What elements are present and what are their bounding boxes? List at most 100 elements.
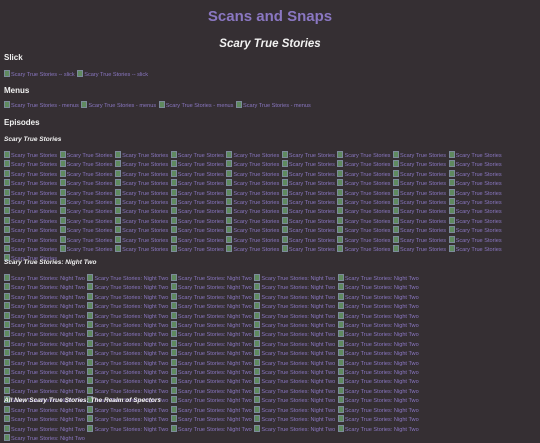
image-link[interactable]: Scary True Stories	[59, 198, 113, 207]
image-link[interactable]: Scary True Stories	[281, 216, 335, 226]
image-link[interactable]: Scary True Stories	[59, 226, 113, 235]
image-link[interactable]: Scary True Stories	[4, 188, 57, 198]
image-link[interactable]: Scary True Stories: Night Two	[170, 274, 252, 283]
image-link[interactable]: Scary True Stories: Night Two	[337, 292, 419, 302]
image-link[interactable]: Scary True Stories: Night Two	[337, 358, 419, 368]
image-link[interactable]: Scary True Stories	[115, 226, 168, 235]
image-link[interactable]: Scary True Stories	[448, 160, 502, 169]
image-link[interactable]: Scary True Stories: Night Two	[254, 424, 335, 434]
image-link[interactable]: Scary True Stories: Night Two	[170, 405, 252, 415]
image-link[interactable]: Scary True Stories: Night Two	[87, 405, 168, 415]
image-link[interactable]: Scary True Stories	[448, 179, 502, 188]
image-link[interactable]: Scary True Stories: Night Two	[4, 339, 85, 349]
image-link[interactable]: Scary True Stories	[4, 245, 57, 254]
image-link[interactable]: Scary True Stories - menus	[236, 101, 311, 110]
image-link[interactable]: Scary True Stories: Night Two	[337, 368, 419, 377]
image-link[interactable]: Scary True Stories	[448, 226, 502, 235]
image-link[interactable]: Scary True Stories: Night Two	[254, 377, 335, 386]
image-link[interactable]: Scary True Stories	[59, 207, 113, 216]
image-link[interactable]: Scary True Stories: Night Two	[170, 368, 252, 377]
image-link[interactable]: Scary True Stories: Night Two	[337, 339, 419, 349]
image-link[interactable]: Scary True Stories	[448, 207, 502, 216]
image-link[interactable]: Scary True Stories	[4, 226, 57, 235]
image-link[interactable]: Scary True Stories	[281, 245, 335, 254]
image-link[interactable]: Scary True Stories	[281, 169, 335, 179]
image-link[interactable]: Scary True Stories	[115, 207, 168, 216]
image-link[interactable]: Scary True Stories	[337, 226, 390, 235]
image-link[interactable]: Scary True Stories: Night Two	[87, 339, 168, 349]
image-link[interactable]: Scary True Stories	[115, 188, 168, 198]
image-link[interactable]: Scary True Stories	[393, 226, 446, 235]
image-link[interactable]: Scary True Stories: Night Two	[254, 349, 335, 358]
image-link[interactable]: Scary True Stories	[170, 160, 224, 169]
image-link[interactable]: Scary True Stories - menus	[158, 101, 233, 110]
image-link[interactable]: Scary True Stories: Night Two	[87, 424, 168, 434]
image-link[interactable]: Scary True Stories	[4, 179, 57, 188]
image-link[interactable]: Scary True Stories	[59, 188, 113, 198]
image-link[interactable]: Scary True Stories: Night Two	[170, 349, 252, 358]
image-link[interactable]: Scary True Stories: Night Two	[337, 321, 419, 330]
image-link[interactable]: Scary True Stories	[448, 198, 502, 207]
image-link[interactable]: Scary True Stories	[4, 207, 57, 216]
image-link[interactable]: Scary True Stories	[59, 235, 113, 245]
image-link[interactable]: Scary True Stories	[393, 151, 446, 160]
image-link[interactable]: Scary True Stories	[281, 160, 335, 169]
image-link[interactable]: Scary True Stories	[115, 169, 168, 179]
image-link[interactable]: Scary True Stories: Night Two	[87, 330, 168, 339]
image-link[interactable]: Scary True Stories: Night Two	[4, 292, 85, 302]
image-link[interactable]: Scary True Stories: Night Two	[170, 377, 252, 386]
image-link[interactable]: Scary True Stories: Night Two	[4, 358, 85, 368]
image-link[interactable]: Scary True Stories	[337, 198, 390, 207]
image-link[interactable]: Scary True Stories	[226, 198, 279, 207]
image-link[interactable]: Scary True Stories	[170, 235, 224, 245]
image-link[interactable]: Scary True Stories	[281, 235, 335, 245]
image-link[interactable]: Scary True Stories: Night Two	[4, 311, 85, 321]
image-link[interactable]: Scary True Stories	[281, 207, 335, 216]
image-link[interactable]: Scary True Stories	[4, 151, 57, 160]
image-link[interactable]: Scary True Stories	[4, 198, 57, 207]
image-link[interactable]: Scary True Stories: Night Two	[87, 311, 168, 321]
image-link[interactable]: Scary True Stories: Night Two	[4, 283, 85, 292]
image-link[interactable]: Scary True Stories: Night Two	[254, 283, 335, 292]
image-link[interactable]: Scary True Stories	[226, 226, 279, 235]
image-link[interactable]: Scary True Stories: Night Two	[4, 274, 85, 283]
image-link[interactable]: Scary True Stories: Night Two	[87, 368, 168, 377]
image-link[interactable]: Scary True Stories	[4, 235, 57, 245]
image-link[interactable]: Scary True Stories	[115, 179, 168, 188]
image-link[interactable]: Scary True Stories: Night Two	[337, 302, 419, 311]
image-link[interactable]: Scary True Stories	[226, 188, 279, 198]
image-link[interactable]: Scary True Stories: Night Two	[254, 368, 335, 377]
image-link[interactable]: Scary True Stories: Night Two	[170, 321, 252, 330]
image-link[interactable]: Scary True Stories	[170, 179, 224, 188]
image-link[interactable]: Scary True Stories: Night Two	[170, 396, 252, 405]
image-link[interactable]: Scary True Stories	[115, 160, 168, 169]
image-link[interactable]: Scary True Stories	[226, 235, 279, 245]
image-link[interactable]: Scary True Stories	[281, 198, 335, 207]
image-link[interactable]: Scary True Stories	[393, 207, 446, 216]
image-link[interactable]: Scary True Stories	[115, 235, 168, 245]
image-link[interactable]: Scary True Stories	[393, 160, 446, 169]
image-link[interactable]: Scary True Stories: Night Two	[337, 311, 419, 321]
image-link[interactable]: Scary True Stories	[281, 179, 335, 188]
image-link[interactable]: Scary True Stories	[393, 188, 446, 198]
image-link[interactable]: Scary True Stories	[170, 245, 224, 254]
image-link[interactable]: Scary True Stories: Night Two	[4, 368, 85, 377]
image-link[interactable]: Scary True Stories	[170, 207, 224, 216]
image-link[interactable]: Scary True Stories	[448, 235, 502, 245]
image-link[interactable]: Scary True Stories	[59, 245, 113, 254]
image-link[interactable]: Scary True Stories: Night Two	[4, 415, 85, 424]
image-link[interactable]: Scary True Stories	[226, 169, 279, 179]
image-link[interactable]: Scary True Stories	[337, 151, 390, 160]
image-link[interactable]: Scary True Stories - menus	[81, 101, 156, 110]
image-link[interactable]: Scary True Stories: Night Two	[4, 302, 85, 311]
image-link[interactable]: Scary True Stories	[281, 188, 335, 198]
image-link[interactable]: Scary True Stories: Night Two	[254, 302, 335, 311]
image-link[interactable]: Scary True Stories	[393, 216, 446, 226]
image-link[interactable]: Scary True Stories	[59, 169, 113, 179]
image-link[interactable]: Scary True Stories	[448, 245, 502, 254]
image-link[interactable]: Scary True Stories: Night Two	[170, 424, 252, 434]
image-link[interactable]: Scary True Stories: Night Two	[170, 302, 252, 311]
image-link[interactable]: Scary True Stories: Night Two	[4, 330, 85, 339]
image-link[interactable]: Scary True Stories: Night Two	[254, 415, 335, 424]
image-link[interactable]: Scary True Stories: Night Two	[4, 321, 85, 330]
